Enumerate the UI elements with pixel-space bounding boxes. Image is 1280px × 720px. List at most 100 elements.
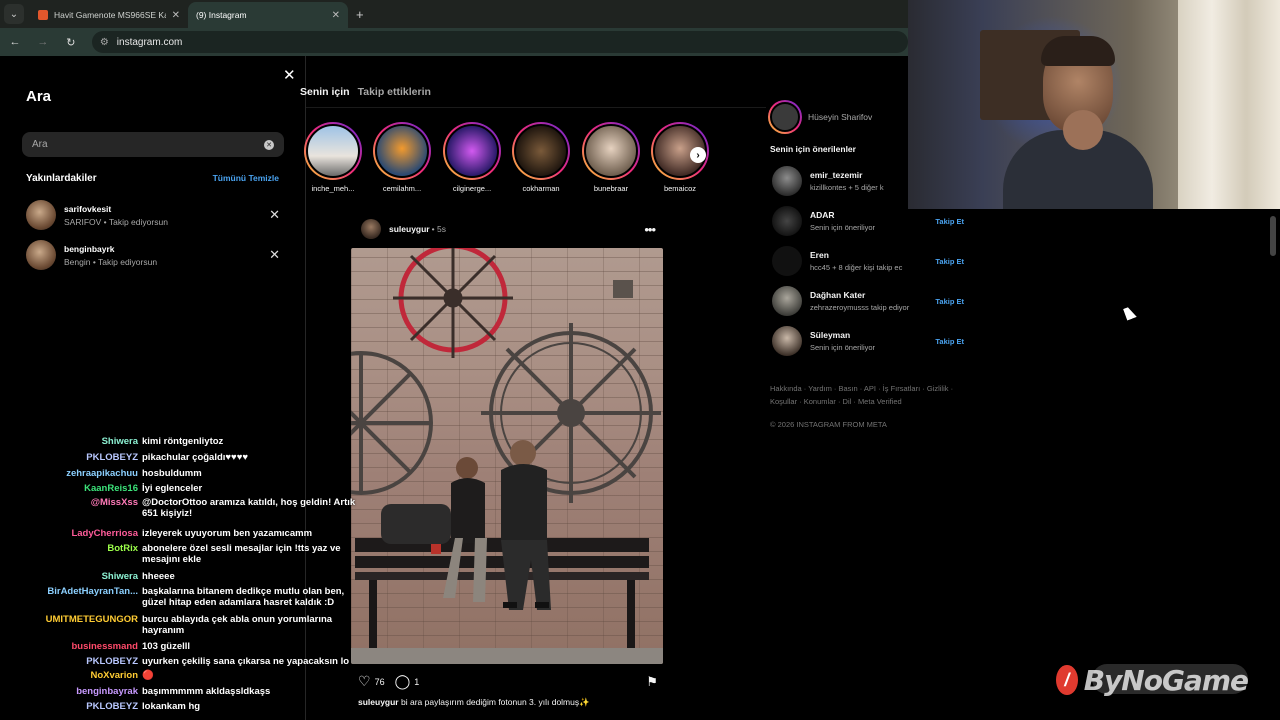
chat-username: Shiwera [101, 571, 138, 582]
follow-button[interactable]: Takip Et [935, 297, 964, 306]
scrollbar-thumb[interactable] [1270, 216, 1276, 256]
avatar[interactable] [361, 219, 381, 239]
chat-text: abonelere özel sesli mesajlar için !tts … [142, 543, 341, 565]
chat-message: PKLOBEYZ uyurken çekiliş sana çıkarsa ne … [0, 656, 362, 667]
suggestion-username: Süleyman [810, 330, 851, 340]
post-actions: ♡ 76 ◯ 1 ⚑ [358, 673, 658, 690]
story-item[interactable]: bunebraar [577, 122, 645, 193]
story-username: inche_meh... [311, 184, 355, 193]
browser-tab-instagram[interactable]: (9) Instagram ✕ [0, 2, 348, 66]
forward-arrow-icon[interactable]: → [36, 36, 50, 48]
browser-toolbar: ← → ↻ ⚙ instagram.com [0, 28, 909, 56]
tab-for-you[interactable]: Senin için [300, 86, 350, 98]
avatar [772, 166, 802, 196]
follow-button[interactable]: Takip Et [935, 337, 964, 346]
chat-message: BirAdetHayranTan... başkalarına bitanem d… [0, 586, 362, 608]
suggestion-item[interactable]: Süleyman Senin için öneriliyor Takip Et [772, 326, 964, 356]
recent-title: Yakınlardakiler [26, 173, 97, 184]
chat-username: PKLOBEYZ [86, 701, 138, 712]
story-item[interactable]: cilginerge... [438, 122, 506, 193]
post-header: suleuygur • 5s ••• [361, 219, 661, 239]
chat-text: uyurken çekiliş sana çıkarsa ne yapacaks… [142, 656, 350, 667]
caption-username[interactable]: suleuygur [358, 697, 399, 707]
story-item[interactable]: cemilahm... [368, 122, 436, 193]
avatar [772, 246, 802, 276]
chat-username: Shiwera [101, 436, 138, 447]
stories-next-chevron-icon[interactable]: › [690, 147, 706, 163]
current-user-name: Hüseyin Sharifov [808, 112, 873, 122]
follow-button[interactable]: Takip Et [935, 257, 964, 266]
remove-recent-icon[interactable]: ✕ [269, 247, 280, 263]
recent-subtitle: Bengin • Takip ediyorsun [64, 256, 158, 267]
chat-text: lokankam hg [142, 701, 201, 712]
search-box[interactable]: ✕ [22, 132, 284, 157]
address-bar[interactable]: ⚙ instagram.com [91, 31, 909, 53]
reload-icon[interactable]: ↻ [64, 36, 78, 49]
chat-username: BotRix [107, 543, 138, 554]
story-item[interactable]: inche_meh... [299, 122, 367, 193]
story-username: cilginerge... [452, 184, 492, 193]
suggestion-item[interactable]: Dağhan Kater zehrazeroymusss takip ediyo… [772, 286, 964, 316]
avatar [772, 206, 802, 236]
story-item[interactable]: cokharman [507, 122, 575, 193]
chat-username: @MissXss [90, 497, 138, 508]
new-tab-plus-icon[interactable]: + [356, 7, 364, 22]
comment-bubble-icon[interactable]: ◯ [395, 673, 411, 690]
caption-text: bi ara paylaşırım dediğim fotonun 3. yıl… [401, 697, 590, 707]
chat-text: hosbuldumm [142, 468, 202, 479]
follow-button[interactable]: Takip Et [935, 217, 964, 226]
site-settings-icon[interactable]: ⚙ [100, 37, 109, 48]
bookmark-icon[interactable]: ⚑ [646, 674, 658, 690]
recent-item[interactable]: benginbayrk Bengin • Takip ediyorsun ✕ [26, 240, 280, 270]
tab-following[interactable]: Takip ettiklerin [358, 86, 431, 98]
chat-text: izleyerek uyuyorum ben yazamıcamm [142, 528, 313, 539]
chat-message: PKLOBEYZ lokankam hg [0, 701, 362, 712]
current-user[interactable]: Hüseyin Sharifov [768, 100, 872, 134]
close-search-icon[interactable]: ✕ [283, 66, 296, 84]
search-input[interactable] [32, 139, 232, 150]
close-tab-icon[interactable]: ✕ [332, 10, 340, 21]
recent-item[interactable]: sarifovkesit SARIFOV • Takip ediyorsun ✕ [26, 200, 280, 230]
chat-message: zehraapikachuu hosbuldumm [0, 468, 362, 479]
recent-header: Yakınlardakiler Tümünü Temizle [26, 173, 279, 184]
chat-text: hheeee [142, 571, 175, 582]
avatar [772, 286, 802, 316]
suggestion-username: Eren [810, 250, 829, 260]
chat-username: businessmand [71, 641, 138, 652]
chat-message: benginbayrak başımmmmm akldaşsldkaşs [0, 686, 362, 697]
suggestion-item[interactable]: ADAR Senin için öneriliyor Takip Et [772, 206, 964, 236]
post-username[interactable]: suleuygur [389, 224, 430, 234]
more-options-icon[interactable]: ••• [644, 222, 656, 237]
story-username: bemaicoz [663, 184, 697, 193]
chat-message: businessmand 103 güzelll [0, 641, 362, 652]
back-arrow-icon[interactable]: ← [8, 36, 22, 48]
close-tab-icon[interactable]: ✕ [172, 10, 180, 21]
url-text: instagram.com [116, 36, 183, 48]
avatar [26, 240, 56, 270]
chat-text: burcu ablayıda çek abla onun yorumlarına… [142, 614, 333, 636]
channel-logo-icon: / [1056, 665, 1078, 695]
suggestion-item[interactable]: Eren hcc45 + 8 diğer kişi takip ec Takip… [772, 246, 964, 276]
clear-search-icon[interactable]: ✕ [264, 139, 274, 150]
browser-tab-havit[interactable]: Havit Gamenote MS966SE Kablo ✕ [30, 2, 188, 28]
post-image[interactable] [351, 248, 663, 664]
suggestion-subtitle: Senin için öneriliyor [810, 343, 876, 352]
remove-recent-icon[interactable]: ✕ [269, 207, 280, 223]
clear-all-link[interactable]: Tümünü Temizle [213, 173, 279, 184]
chat-text: @DoctorOttoo aramıza katıldı, hoş geldin… [142, 497, 356, 519]
chat-username: zehraapikachuu [66, 468, 138, 479]
chat-message: Shiwera hheeee [0, 571, 362, 582]
watermark-text: ByNoGame [1083, 663, 1249, 697]
webcam-overlay [908, 0, 1280, 209]
chat-text: pikachular çoğaldı♥♥♥♥ [142, 452, 248, 463]
chat-message: BotRix abonelere özel sesli mesajlar için… [0, 543, 362, 565]
like-count: 76 [374, 676, 385, 687]
browser-tab-title: Havit Gamenote MS966SE Kablo [54, 10, 166, 20]
chat-username: PKLOBEYZ [86, 452, 138, 463]
chat-username: NoXvarion [90, 670, 138, 681]
tab-search-chevron-icon[interactable]: ⌄ [4, 4, 24, 24]
footer-links[interactable]: Hakkında · Yardım · Basın · API · İş Fır… [770, 382, 960, 408]
browser-tab-title: (9) Instagram [196, 10, 247, 20]
chat-message: Shiwera kimi röntgenliytoz [0, 436, 362, 447]
chat-message: PKLOBEYZ pikachular çoğaldı♥♥♥♥ [0, 452, 362, 463]
